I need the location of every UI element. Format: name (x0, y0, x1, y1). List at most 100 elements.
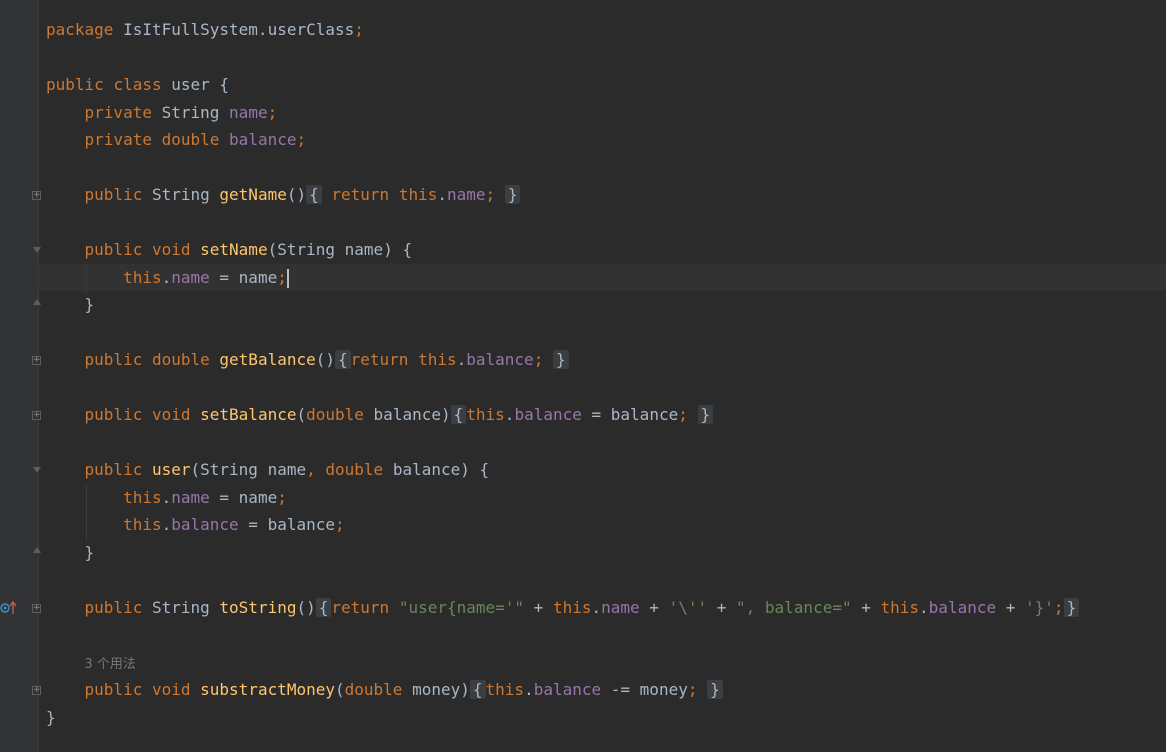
field: balance (229, 130, 297, 149)
type: String (151, 185, 210, 204)
parameter: name (238, 268, 278, 287)
fold-collapse-icon[interactable] (33, 467, 41, 473)
code-line-field-name[interactable]: private String name; (46, 102, 278, 124)
code-line-close-brace[interactable]: } (46, 294, 95, 316)
fold-collapse-icon[interactable] (33, 247, 41, 253)
keyword: public (84, 350, 143, 369)
usage-hint-line: 3 个用法 (46, 652, 136, 674)
fold-expand-icon[interactable]: + (32, 191, 41, 200)
method-name: setName (200, 240, 268, 259)
keyword: double (306, 405, 364, 424)
keyword: this (552, 598, 592, 617)
keyword: this (466, 405, 505, 424)
keyword: private (84, 103, 152, 122)
semicolon: ; (277, 268, 287, 287)
semicolon: ; (678, 405, 688, 424)
string-literal: '}' (1025, 598, 1054, 617)
folded-region[interactable]: } (1063, 598, 1080, 617)
code-line-class-close[interactable]: } (46, 707, 56, 729)
class-name: user (171, 75, 210, 94)
parameter: balance (373, 405, 441, 424)
code-line-current[interactable]: this.name = name; (46, 267, 289, 289)
keyword: this (880, 598, 920, 617)
fold-expand-icon[interactable]: + (32, 604, 41, 613)
keyword: void (151, 405, 191, 424)
code-line-tostring[interactable]: public String toString(){return "user{na… (46, 597, 1080, 619)
method-name: getName (219, 185, 287, 204)
fold-expand-icon[interactable]: + (32, 356, 41, 365)
code-line-constructor-body-name[interactable]: this.name = name; (46, 487, 287, 509)
method-name: getBalance (219, 350, 316, 369)
keyword: public (84, 680, 143, 699)
code-line-getname[interactable]: public String getName(){ return this.nam… (46, 184, 521, 206)
code-line-setbalance[interactable]: public void setBalance(double balance){t… (46, 404, 714, 426)
code-editor[interactable]: + + + + + package IsItFullSystem.userCla… (0, 0, 1166, 752)
parameter: balance (610, 405, 679, 424)
keyword: void (151, 240, 191, 259)
code-line-package[interactable]: package IsItFullSystem.userClass; (46, 19, 364, 41)
field: name (447, 185, 486, 204)
string-literal: "user{name='" (398, 598, 525, 617)
parameter: balance (392, 460, 461, 479)
keyword: double (151, 350, 210, 369)
keyword: private (84, 130, 152, 149)
semicolon: ; (267, 103, 278, 122)
code-line-field-balance[interactable]: private double balance; (46, 129, 307, 151)
field: balance (928, 598, 997, 617)
fold-expand-icon[interactable]: + (32, 411, 41, 420)
string-literal: '\'' (668, 598, 708, 617)
keyword: return (350, 350, 409, 369)
keyword: public (46, 75, 104, 94)
fold-expand-icon[interactable]: + (32, 686, 41, 695)
parameter: balance (267, 515, 336, 534)
keyword: return (331, 185, 390, 204)
field: balance (466, 350, 534, 369)
type: String (277, 240, 336, 259)
keyword: public (84, 460, 143, 479)
code-line-class-declaration[interactable]: public class user { (46, 74, 229, 96)
folded-region[interactable]: } (697, 405, 714, 424)
keyword: this (123, 488, 162, 507)
semicolon: ; (1053, 598, 1064, 617)
method-name: substractMoney (200, 680, 335, 699)
field: name (171, 488, 210, 507)
keyword: this (123, 515, 162, 534)
keyword: this (398, 185, 438, 204)
folded-region[interactable]: { (306, 185, 322, 204)
folded-region[interactable]: { (335, 350, 351, 369)
code-line-setname[interactable]: public void setName(String name) { (46, 239, 413, 261)
folded-region[interactable]: } (707, 680, 723, 699)
string-literal: ", balance=" (736, 598, 852, 617)
type: String (200, 460, 258, 479)
semicolon: ; (296, 130, 307, 149)
semicolon: ; (335, 515, 345, 534)
keyword: public (84, 240, 143, 259)
folded-region[interactable]: } (504, 185, 521, 204)
method-name: user (151, 460, 191, 479)
code-line-substractmoney[interactable]: public void substractMoney(double money)… (46, 679, 723, 701)
code-line-close-brace[interactable]: } (46, 542, 95, 564)
keyword: package (46, 20, 114, 39)
code-line-getbalance[interactable]: public double getBalance(){return this.b… (46, 349, 569, 371)
semicolon: ; (354, 20, 364, 39)
fold-end-icon[interactable] (33, 299, 41, 305)
code-line-constructor-body-balance[interactable]: this.balance = balance; (46, 514, 345, 536)
folded-region[interactable]: { (450, 405, 467, 424)
folded-region[interactable]: { (315, 598, 332, 617)
parameter: name (267, 460, 307, 479)
semicolon: ; (485, 185, 496, 204)
folded-region[interactable]: { (469, 680, 486, 699)
folded-region[interactable]: } (552, 350, 569, 369)
field: name (229, 103, 268, 122)
keyword: this (123, 268, 162, 287)
keyword: public (84, 405, 143, 424)
override-method-icon[interactable] (0, 600, 18, 616)
usage-hint[interactable]: 3 个用法 (85, 657, 136, 672)
keyword: this (485, 680, 525, 699)
keyword: public (84, 598, 143, 617)
keyword: return (331, 598, 390, 617)
keyword: double (344, 680, 403, 699)
field: name (171, 268, 210, 287)
fold-end-icon[interactable] (33, 547, 41, 553)
code-line-constructor[interactable]: public user(String name, double balance)… (46, 459, 490, 481)
